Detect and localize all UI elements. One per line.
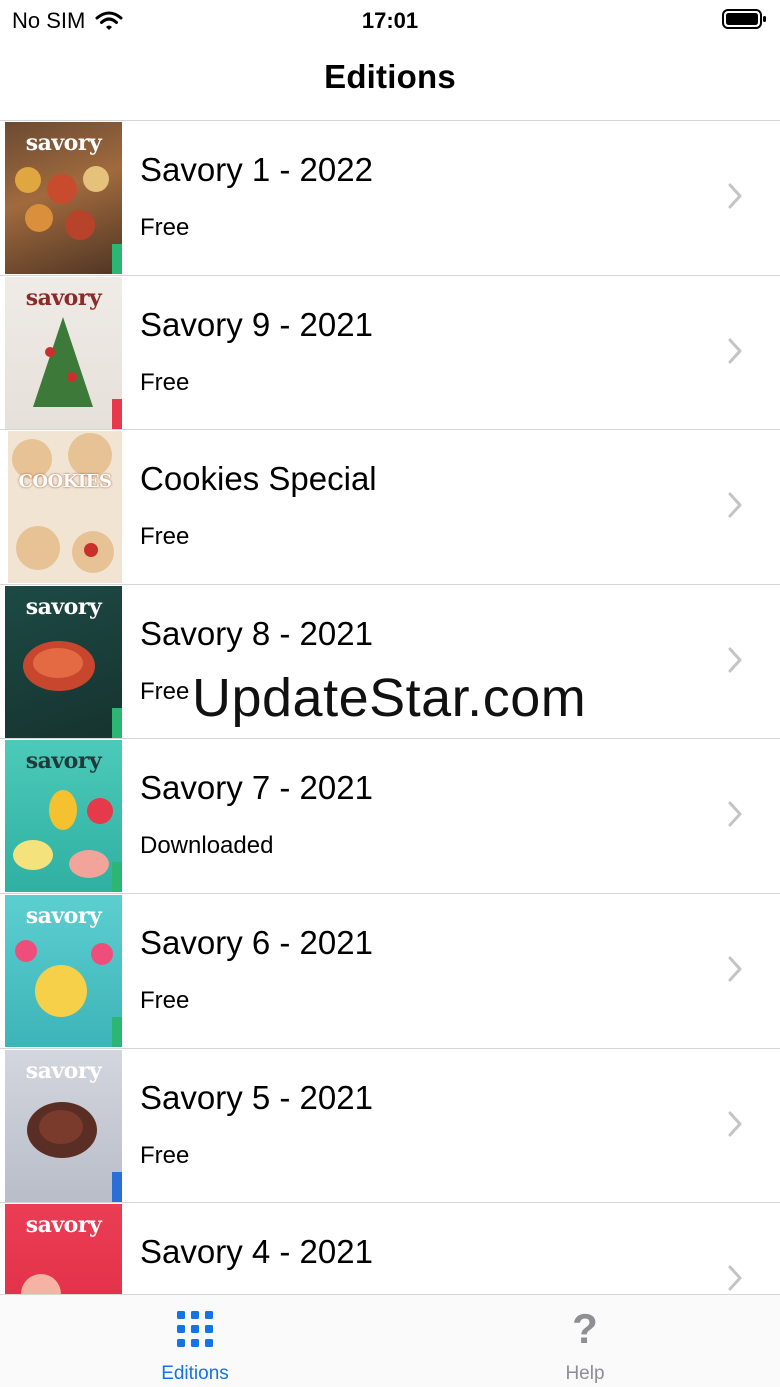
navigation-bar: Editions — [0, 42, 780, 121]
edition-row[interactable]: savory Savory 7 - 2021 Downloaded — [0, 739, 780, 894]
edition-cover-image: savory — [5, 740, 122, 893]
edition-cover-image: savory — [5, 1049, 122, 1202]
cover-masthead: savory — [25, 902, 102, 929]
question-mark-icon: ? — [572, 1305, 598, 1352]
edition-title: Savory 1 - 2022 — [140, 151, 373, 188]
chevron-right-icon — [728, 183, 742, 209]
status-bar: No SIM 17:01 — [0, 0, 780, 42]
edition-cover-image: COOKIES — [8, 431, 122, 584]
chevron-right-icon — [728, 492, 742, 518]
edition-cover-image: savory — [5, 1204, 122, 1294]
edition-title: Savory 6 - 2021 — [140, 923, 373, 961]
edition-status: Free — [140, 214, 190, 241]
chevron-right-icon — [728, 647, 742, 673]
chevron-right-icon — [728, 956, 742, 982]
tab-editions[interactable]: Editions — [0, 1295, 390, 1387]
cover-masthead: COOKIES — [18, 471, 112, 493]
cover-masthead: savory — [25, 284, 102, 311]
edition-title: Savory 5 - 2021 — [140, 1078, 373, 1116]
edition-row[interactable]: savory Savory 5 - 2021 Free — [0, 1049, 780, 1204]
edition-status: Free — [140, 523, 190, 551]
cover-masthead: savory — [25, 593, 102, 620]
battery-icon — [722, 9, 766, 29]
tab-editions-label: Editions — [161, 1363, 229, 1384]
edition-cover-image: savory — [5, 122, 122, 274]
tab-help-label: Help — [565, 1363, 605, 1384]
chevron-right-icon — [728, 1111, 742, 1137]
edition-row[interactable]: COOKIES Cookies Special Free — [0, 430, 780, 585]
edition-title: Cookies Special — [140, 460, 377, 498]
edition-cover-image: savory — [5, 894, 122, 1047]
chevron-right-icon — [728, 1265, 742, 1291]
page-title: Editions — [324, 58, 456, 95]
edition-status: Free — [140, 986, 190, 1014]
cover-masthead: savory — [25, 748, 102, 775]
tab-bar: Editions ? Help — [0, 1294, 780, 1387]
edition-title: Savory 9 - 2021 — [140, 305, 373, 343]
edition-row[interactable]: savory Savory 9 - 2021 Free — [0, 276, 780, 431]
cover-masthead: savory — [25, 130, 102, 156]
chevron-right-icon — [728, 338, 742, 364]
edition-title: Savory 7 - 2021 — [140, 769, 373, 807]
edition-status: Downloaded — [140, 832, 274, 860]
edition-status: Free — [140, 1141, 190, 1169]
status-time: 17:01 — [361, 8, 419, 33]
edition-status: Free — [140, 677, 190, 705]
edition-title: Savory 4 - 2021 — [140, 1233, 373, 1271]
edition-row[interactable]: savory Savory 6 - 2021 Free — [0, 894, 780, 1049]
edition-status: Free — [140, 368, 190, 396]
cover-masthead: savory — [25, 1212, 102, 1239]
watermark-text: UpdateStar.com — [192, 668, 587, 728]
edition-cover-image: savory — [5, 585, 122, 738]
grid-icon — [177, 1311, 213, 1347]
edition-row[interactable]: savory Savory 4 - 2021 — [0, 1203, 780, 1294]
edition-title: Savory 8 - 2021 — [140, 614, 373, 652]
edition-row[interactable]: savory Savory 1 - 2022 Free — [0, 121, 780, 276]
edition-cover-image: savory — [5, 276, 122, 429]
chevron-right-icon — [728, 801, 742, 827]
tab-help[interactable]: ? Help — [390, 1295, 780, 1387]
cover-masthead: savory — [25, 1057, 102, 1084]
